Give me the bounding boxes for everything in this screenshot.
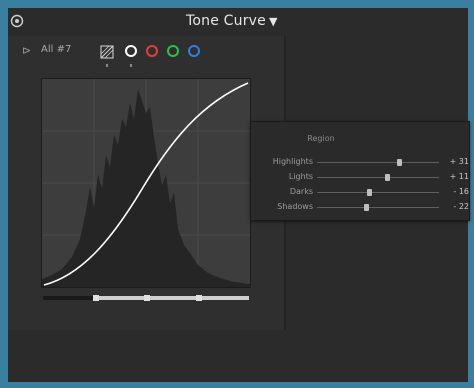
darks-slider-row[interactable]: Darks - 16 — [251, 187, 469, 199]
darks-slider-track[interactable] — [317, 189, 439, 196]
panel-title[interactable]: Tone Curve — [186, 13, 266, 29]
red-channel-button[interactable] — [146, 45, 158, 57]
rgb-channel-indicator — [130, 64, 132, 67]
panel-bottom-area — [8, 330, 468, 382]
darks-value[interactable]: - 16 — [445, 187, 469, 196]
split-handle-highlights[interactable] — [196, 295, 202, 301]
lights-slider-thumb[interactable] — [385, 174, 390, 181]
highlights-slider-thumb[interactable] — [397, 159, 402, 166]
darks-label: Darks — [289, 187, 313, 196]
window-frame-bottom — [0, 382, 474, 388]
shadows-slider-thumb[interactable] — [364, 204, 369, 211]
region-popup: Region Highlights + 31 Lights + 11 Darks… — [250, 121, 470, 221]
point-curve-indicator — [106, 64, 108, 67]
shadows-slider-row[interactable]: Shadows - 22 — [251, 202, 469, 214]
target-adjust-icon[interactable]: ⊳ — [22, 44, 31, 57]
lights-value[interactable]: + 11 — [445, 172, 469, 181]
panel-menu-caret-icon[interactable]: ▼ — [269, 15, 277, 28]
highlights-label: Highlights — [272, 157, 313, 166]
split-track-light — [95, 296, 249, 300]
histogram — [42, 89, 250, 287]
lights-slider-row[interactable]: Lights + 11 — [251, 172, 469, 184]
split-handle-midtones[interactable] — [144, 295, 150, 301]
tone-curve-graph[interactable] — [41, 78, 251, 288]
highlights-slider-row[interactable]: Highlights + 31 — [251, 157, 469, 169]
panel-header: Tone Curve ▼ — [8, 8, 468, 34]
lights-label: Lights — [288, 172, 313, 181]
visibility-toggle-icon[interactable] — [10, 14, 24, 28]
green-channel-button[interactable] — [167, 45, 179, 57]
highlights-slider-track[interactable] — [317, 159, 439, 166]
window-frame-left — [0, 0, 8, 388]
tone-curve-app: Tone Curve ▼ ⊳ All #7 Region Highlights … — [8, 8, 470, 382]
darks-slider-thumb[interactable] — [367, 189, 372, 196]
channel-label: All #7 — [41, 44, 72, 55]
lights-slider-track[interactable] — [317, 174, 439, 181]
blue-channel-button[interactable] — [188, 45, 200, 57]
shadows-value[interactable]: - 22 — [445, 202, 469, 211]
shadows-label: Shadows — [277, 202, 313, 211]
region-title: Region — [307, 134, 335, 143]
shadows-slider-track[interactable] — [317, 204, 439, 211]
curve-plot — [42, 79, 250, 287]
curve-toolbar: ⊳ All #7 — [8, 38, 284, 67]
split-handle-shadows[interactable] — [93, 295, 99, 301]
window-frame-top — [0, 0, 474, 8]
highlights-value[interactable]: + 31 — [445, 157, 469, 166]
split-point-slider[interactable] — [43, 294, 249, 301]
tone-curve-panel: ⊳ All #7 — [8, 36, 286, 330]
point-curve-icon[interactable] — [100, 45, 114, 59]
rgb-channel-button[interactable] — [125, 45, 137, 57]
